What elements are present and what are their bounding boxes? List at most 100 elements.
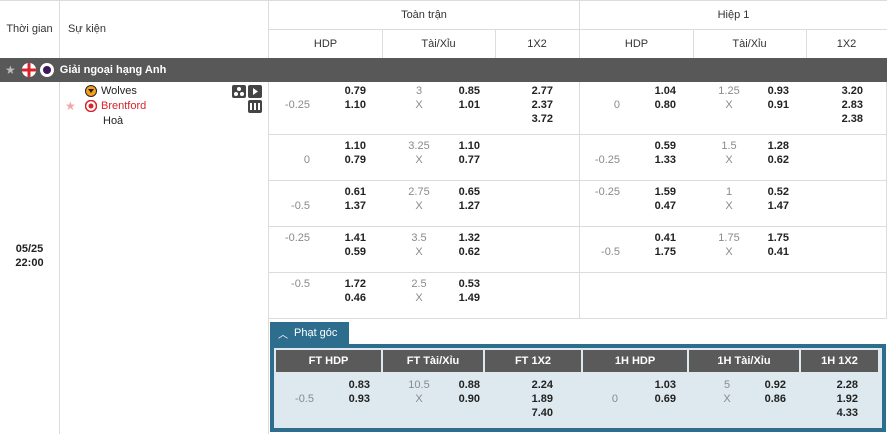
ft-hdp-away-odds[interactable]: 1.37 bbox=[326, 199, 366, 213]
corner-h1-hdp-home-odds[interactable]: 1.03 bbox=[636, 378, 676, 392]
corner-ft-hdp-away-odds[interactable]: 0.93 bbox=[330, 392, 370, 406]
brentford-crest-icon bbox=[84, 99, 98, 113]
match-time: 22:00 bbox=[15, 257, 44, 269]
h1-over-odds[interactable]: 0.93 bbox=[749, 84, 789, 98]
corner-ft-1-odds[interactable]: 2.24 bbox=[513, 378, 553, 392]
ft-ou-line: 3 bbox=[415, 85, 423, 97]
ft-under-odds[interactable]: 0.62 bbox=[440, 245, 480, 259]
h1-over-odds[interactable]: 1.28 bbox=[749, 139, 789, 153]
corner-ft-ou-header: FT Tài/Xỉu bbox=[383, 350, 483, 372]
ft-over-odds[interactable]: 0.53 bbox=[440, 277, 480, 291]
ft-hdp-away-odds[interactable]: 0.46 bbox=[326, 291, 366, 305]
favorite-star-icon[interactable]: ★ bbox=[65, 99, 76, 113]
corner-ft-under-odds[interactable]: 0.90 bbox=[440, 392, 480, 406]
h1-2-odds[interactable]: 2.38 bbox=[823, 112, 863, 126]
play-video-icon[interactable] bbox=[248, 85, 262, 98]
h1-hdp-away-odds[interactable]: 0.80 bbox=[636, 98, 676, 112]
ft-hdp-line: -0.5 bbox=[291, 278, 310, 290]
h1-under-odds[interactable]: 1.47 bbox=[749, 199, 789, 213]
ft-hdp-home-odds[interactable]: 1.41 bbox=[326, 231, 366, 245]
h1-ou-x: X bbox=[725, 154, 733, 166]
ft-hdp-header: HDP bbox=[313, 37, 338, 50]
h1-1x2-header: 1X2 bbox=[836, 37, 857, 50]
corner-ft-1x2-header: FT 1X2 bbox=[485, 350, 581, 372]
ft-ou-x: X bbox=[415, 246, 423, 258]
draw-label: Hoà bbox=[103, 115, 124, 127]
ft-under-odds[interactable]: 1.01 bbox=[440, 98, 480, 112]
h1-hdp-away-odds[interactable]: 1.33 bbox=[636, 153, 676, 167]
corner-h1-1-odds[interactable]: 2.28 bbox=[818, 378, 858, 392]
h1-under-odds[interactable]: 0.62 bbox=[749, 153, 789, 167]
ft-over-odds[interactable]: 0.85 bbox=[440, 84, 480, 98]
corner-h1-hdp-line: 0 bbox=[611, 393, 618, 405]
ft-under-odds[interactable]: 0.77 bbox=[440, 153, 480, 167]
h1-hdp-home-odds[interactable]: 0.59 bbox=[636, 139, 676, 153]
ft-ou-x: X bbox=[415, 154, 423, 166]
h1-hdp-header: HDP bbox=[624, 37, 649, 50]
league-bar[interactable]: ★ Giải ngoại hạng Anh bbox=[0, 58, 887, 82]
ft-hdp-home-odds[interactable]: 0.61 bbox=[326, 185, 366, 199]
h1-hdp-home-odds[interactable]: 0.41 bbox=[636, 231, 676, 245]
corner-ft-2-odds[interactable]: 7.40 bbox=[513, 406, 553, 420]
h1-over-odds[interactable]: 0.52 bbox=[749, 185, 789, 199]
ft-hdp-line: 0 bbox=[303, 154, 310, 166]
ft-ou-line: 3.25 bbox=[408, 140, 430, 152]
corner-ft-hdp-home-odds[interactable]: 0.83 bbox=[330, 378, 370, 392]
h1-x-odds[interactable]: 2.83 bbox=[823, 98, 863, 112]
ft-ou-header: Tài/Xỉu bbox=[421, 37, 456, 50]
ft-hdp-away-odds[interactable]: 0.59 bbox=[326, 245, 366, 259]
full-match-header: Toàn trận bbox=[401, 8, 447, 21]
lineup-icon[interactable] bbox=[232, 85, 246, 98]
corner-tab-label: Phạt góc bbox=[294, 327, 338, 339]
away-team[interactable]: Brentford bbox=[101, 99, 146, 113]
corner-h1-x-odds[interactable]: 1.92 bbox=[818, 392, 858, 406]
ft-hdp-home-odds[interactable]: 1.72 bbox=[326, 277, 366, 291]
ft-hdp-line: -0.25 bbox=[284, 99, 310, 111]
h1-ou-x: X bbox=[725, 200, 733, 212]
star-icon[interactable]: ★ bbox=[5, 63, 16, 77]
corner-ft-over-odds[interactable]: 0.88 bbox=[440, 378, 480, 392]
corner-ft-hdp-line: -0.5 bbox=[295, 393, 314, 405]
corner-tab[interactable]: ︿ Phạt góc bbox=[270, 322, 349, 344]
h1-under-odds[interactable]: 0.41 bbox=[749, 245, 789, 259]
h1-hdp-line: -0.25 bbox=[594, 154, 620, 166]
ft-hdp-home-odds[interactable]: 1.10 bbox=[326, 139, 366, 153]
premier-league-icon bbox=[39, 63, 54, 77]
corner-h1-ou-header: 1H Tài/Xỉu bbox=[689, 350, 799, 372]
ft-over-odds[interactable]: 0.65 bbox=[440, 185, 480, 199]
h1-hdp-home-odds[interactable]: 1.59 bbox=[636, 185, 676, 199]
event-column-header: Sự kiện bbox=[68, 23, 106, 35]
h1-hdp-home-odds[interactable]: 1.04 bbox=[636, 84, 676, 98]
h1-ou-header: Tài/Xỉu bbox=[732, 37, 767, 50]
ft-over-odds[interactable]: 1.10 bbox=[440, 139, 480, 153]
h1-under-odds[interactable]: 0.91 bbox=[749, 98, 789, 112]
h1-hdp-away-odds[interactable]: 1.75 bbox=[636, 245, 676, 259]
ft-hdp-home-odds[interactable]: 0.79 bbox=[326, 84, 366, 98]
stats-icon[interactable] bbox=[248, 100, 262, 113]
ft-ou-line: 3.5 bbox=[411, 232, 427, 244]
home-team[interactable]: Wolves bbox=[101, 84, 137, 98]
ft-hdp-away-odds[interactable]: 1.10 bbox=[326, 98, 366, 112]
ft-hdp-away-odds[interactable]: 0.79 bbox=[326, 153, 366, 167]
h1-1-odds[interactable]: 3.20 bbox=[823, 84, 863, 98]
match-date: 05/25 bbox=[15, 243, 44, 255]
h1-hdp-away-odds[interactable]: 0.47 bbox=[636, 199, 676, 213]
ft-over-odds[interactable]: 1.32 bbox=[440, 231, 480, 245]
league-name[interactable]: Giải ngoại hạng Anh bbox=[60, 64, 167, 76]
corner-h1-under-odds[interactable]: 0.86 bbox=[746, 392, 786, 406]
corner-h1-hdp-header: 1H HDP bbox=[583, 350, 687, 372]
corner-h1-ou-x: X bbox=[723, 393, 731, 405]
corner-h1-hdp-away-odds[interactable]: 0.69 bbox=[636, 392, 676, 406]
corner-h1-over-odds[interactable]: 0.92 bbox=[746, 378, 786, 392]
ft-under-odds[interactable]: 1.49 bbox=[440, 291, 480, 305]
ft-2-odds[interactable]: 3.72 bbox=[513, 112, 553, 126]
corner-h1-2-odds[interactable]: 4.33 bbox=[818, 406, 858, 420]
ft-hdp-line: -0.5 bbox=[291, 200, 310, 212]
h1-ou-x: X bbox=[725, 99, 733, 111]
corner-ft-x-odds[interactable]: 1.89 bbox=[513, 392, 553, 406]
corner-odds-panel: FT HDP FT Tài/Xỉu FT 1X2 1H HDP 1H Tài/X… bbox=[270, 344, 886, 432]
ft-1-odds[interactable]: 2.77 bbox=[513, 84, 553, 98]
h1-over-odds[interactable]: 1.75 bbox=[749, 231, 789, 245]
ft-x-odds[interactable]: 2.37 bbox=[513, 98, 553, 112]
ft-under-odds[interactable]: 1.27 bbox=[440, 199, 480, 213]
